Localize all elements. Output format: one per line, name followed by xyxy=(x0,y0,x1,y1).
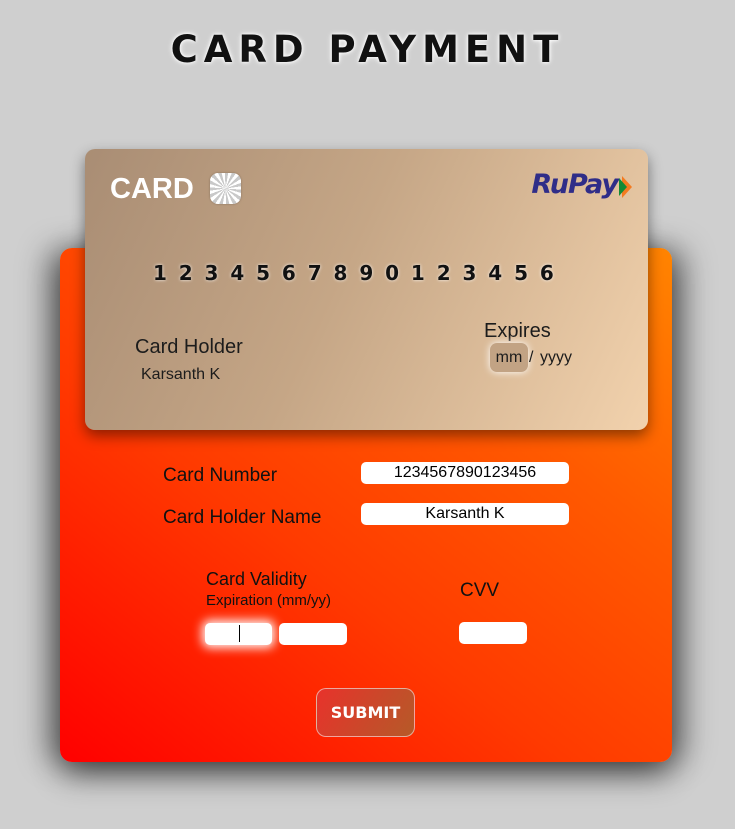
card-number-label: Card Number xyxy=(163,465,278,486)
rupay-logo-icon: RuPay xyxy=(531,169,619,200)
card-digit: 5 xyxy=(256,261,271,285)
card-digit: 4 xyxy=(230,261,245,285)
card-preview: CARD RuPay 1 2 3 4 5 6 7 8 9 0 1 2 3 4 5… xyxy=(85,149,648,430)
card-holder-title: Card Holder xyxy=(135,336,243,358)
page-title: CARD PAYMENT xyxy=(170,28,565,71)
expiration-hint: Expiration (mm/yy) xyxy=(206,592,332,609)
card-digit: 4 xyxy=(488,261,503,285)
card-validity-label: Card Validity xyxy=(206,569,307,589)
card-holder-name-label: Card Holder Name xyxy=(163,507,322,528)
card-digit: 8 xyxy=(333,261,348,285)
card-digit: 6 xyxy=(539,261,554,285)
card-digit: 1 xyxy=(410,261,425,285)
card-number-display: 1 2 3 4 5 6 7 8 9 0 1 2 3 4 5 6 xyxy=(147,261,560,285)
card-digit: 2 xyxy=(436,261,451,285)
card-label: CARD xyxy=(110,173,194,205)
card-number-input[interactable] xyxy=(361,462,569,484)
card-digit: 6 xyxy=(281,261,296,285)
rupay-mark-green xyxy=(619,178,627,196)
card-digit: 2 xyxy=(178,261,193,285)
card-digit: 7 xyxy=(307,261,322,285)
card-holder-value: Karsanth K xyxy=(141,366,221,383)
card-chip-icon xyxy=(210,173,241,204)
cvv-label: CVV xyxy=(460,580,500,601)
card-digit: 3 xyxy=(462,261,477,285)
expiry-month-display: mm xyxy=(490,343,528,372)
expiry-year-input[interactable] xyxy=(279,623,347,645)
card-digit: 3 xyxy=(204,261,219,285)
text-caret xyxy=(239,625,240,642)
card-digit: 5 xyxy=(514,261,529,285)
card-digit: 0 xyxy=(385,261,400,285)
card-digit: 9 xyxy=(359,261,374,285)
card-holder-name-input[interactable] xyxy=(361,503,569,525)
card-digit: 1 xyxy=(152,261,167,285)
expires-title: Expires xyxy=(484,320,551,342)
cvv-input[interactable] xyxy=(459,622,527,644)
expiry-separator: / xyxy=(529,349,534,366)
expiry-year-display: yyyy xyxy=(540,349,572,366)
submit-button[interactable]: SUBMIT xyxy=(316,688,415,737)
